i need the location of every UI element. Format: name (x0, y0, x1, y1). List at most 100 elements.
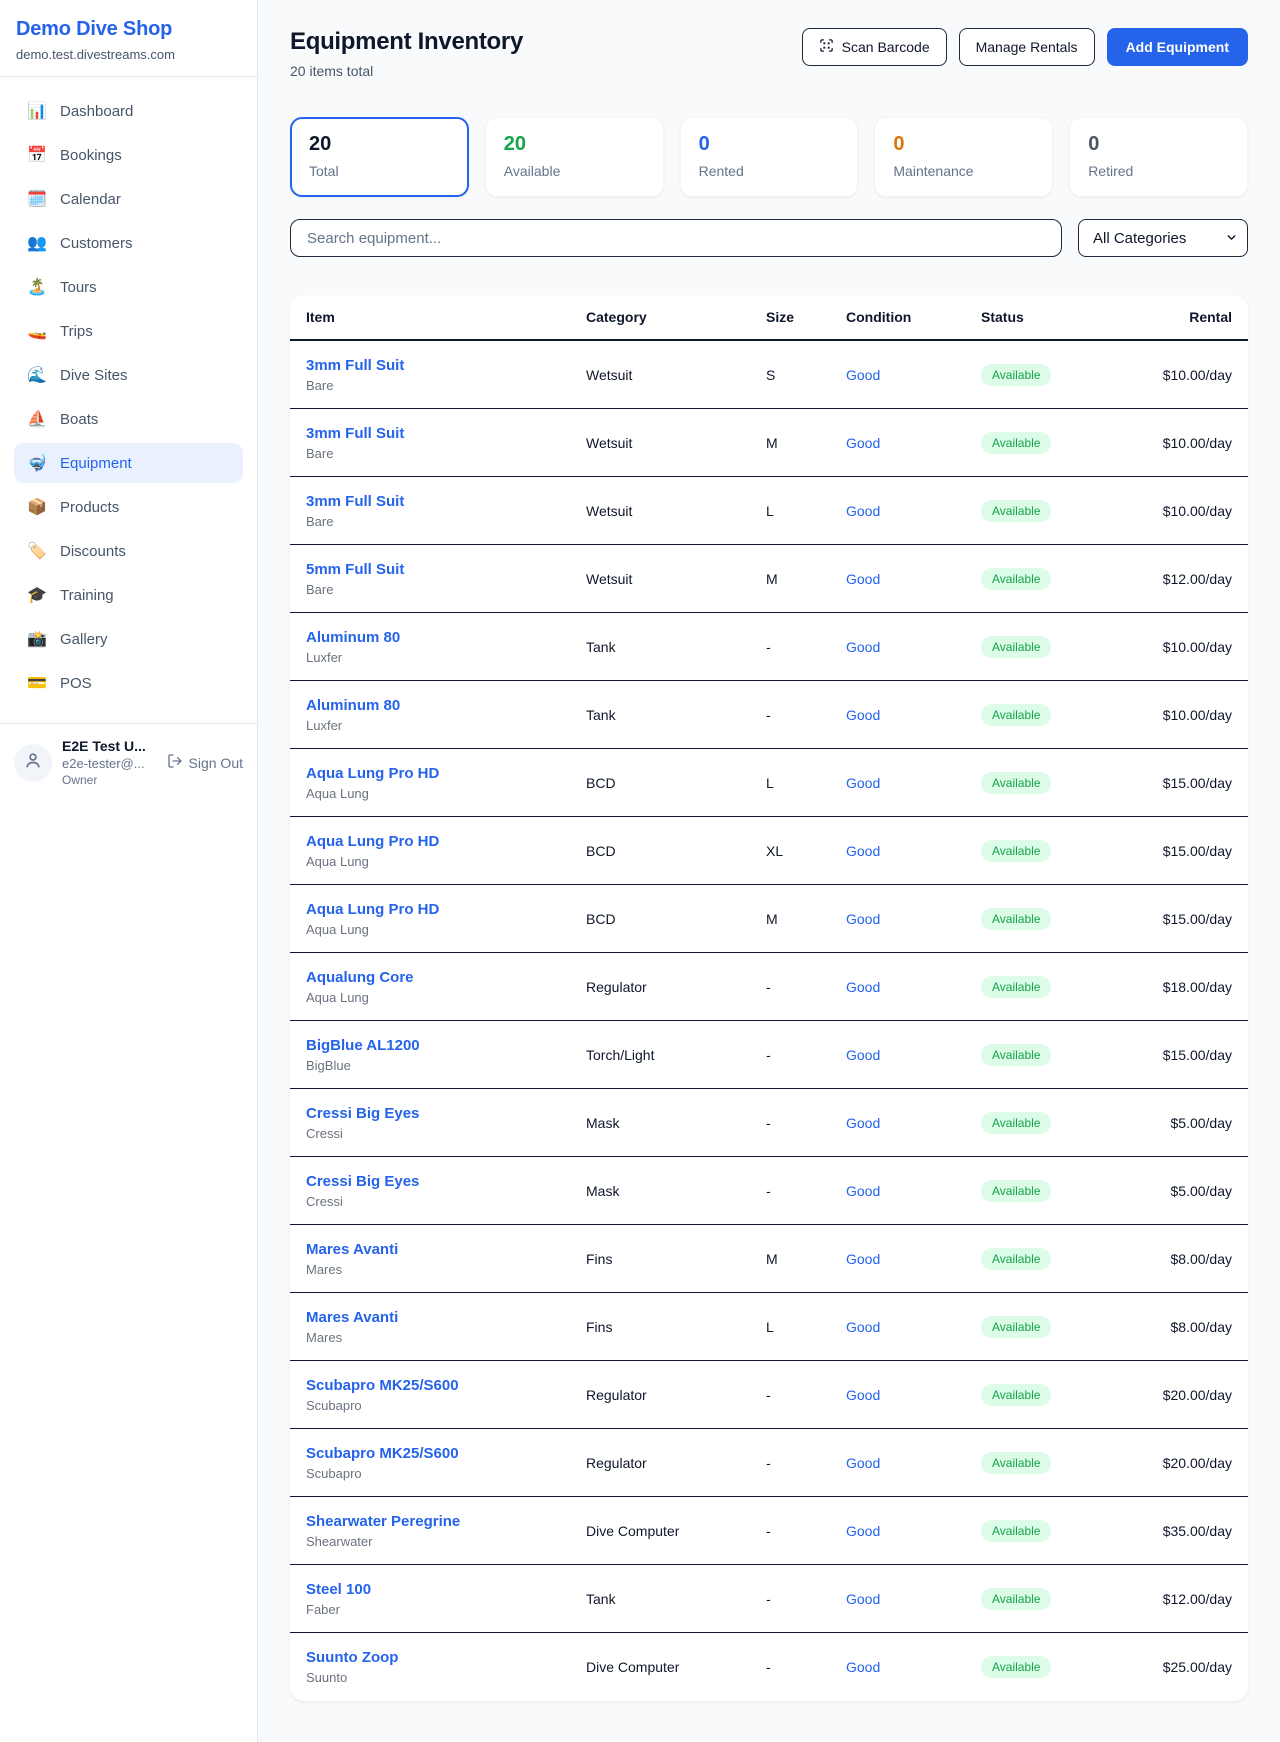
sidebar-item-training[interactable]: 🎓 Training (14, 575, 243, 615)
table-row[interactable]: Scubapro MK25/S600 Scubapro Regulator - … (290, 1429, 1248, 1497)
item-condition-link[interactable]: Good (846, 707, 981, 723)
item-condition-link[interactable]: Good (846, 1387, 981, 1403)
table-row[interactable]: Aqua Lung Pro HD Aqua Lung BCD XL Good A… (290, 817, 1248, 885)
item-name-link[interactable]: Suunto Zoop (306, 1649, 586, 1666)
page-title: Equipment Inventory (290, 28, 523, 56)
item-name-link[interactable]: Aluminum 80 (306, 697, 586, 714)
item-brand: Luxfer (306, 718, 586, 733)
sign-out-button[interactable]: Sign Out (167, 753, 243, 772)
table-row[interactable]: Cressi Big Eyes Cressi Mask - Good Avail… (290, 1157, 1248, 1225)
item-size: - (766, 1047, 846, 1063)
item-name-link[interactable]: Mares Avanti (306, 1241, 586, 1258)
item-condition-link[interactable]: Good (846, 435, 981, 451)
item-rental-rate: $5.00/day (1141, 1183, 1232, 1199)
table-row[interactable]: 5mm Full Suit Bare Wetsuit M Good Availa… (290, 545, 1248, 613)
add-equipment-button[interactable]: Add Equipment (1107, 28, 1248, 66)
item-condition-link[interactable]: Good (846, 1455, 981, 1471)
item-name-link[interactable]: Aqua Lung Pro HD (306, 765, 586, 782)
item-condition-link[interactable]: Good (846, 843, 981, 859)
item-condition-link[interactable]: Good (846, 1047, 981, 1063)
stat-label: Maintenance (893, 163, 1034, 179)
search-input[interactable] (290, 219, 1062, 257)
item-condition-link[interactable]: Good (846, 911, 981, 927)
table-row[interactable]: Scubapro MK25/S600 Scubapro Regulator - … (290, 1361, 1248, 1429)
sidebar-item-discounts[interactable]: 🏷️ Discounts (14, 531, 243, 571)
sidebar-item-gallery[interactable]: 📸 Gallery (14, 619, 243, 659)
sidebar-item-label: Bookings (60, 147, 122, 164)
item-name-link[interactable]: 3mm Full Suit (306, 493, 586, 510)
table-row[interactable]: BigBlue AL1200 BigBlue Torch/Light - Goo… (290, 1021, 1248, 1089)
sidebar-item-products[interactable]: 📦 Products (14, 487, 243, 527)
item-condition-link[interactable]: Good (846, 1251, 981, 1267)
table-row[interactable]: Steel 100 Faber Tank - Good Available $1… (290, 1565, 1248, 1633)
item-name-link[interactable]: Cressi Big Eyes (306, 1105, 586, 1122)
table-row[interactable]: 3mm Full Suit Bare Wetsuit M Good Availa… (290, 409, 1248, 477)
item-name-link[interactable]: Scubapro MK25/S600 (306, 1445, 586, 1462)
table-row[interactable]: Mares Avanti Mares Fins L Good Available… (290, 1293, 1248, 1361)
stat-card-maintenance[interactable]: 0 Maintenance (874, 117, 1053, 197)
item-name-link[interactable]: 3mm Full Suit (306, 357, 586, 374)
brand-name[interactable]: Demo Dive Shop (16, 18, 241, 41)
item-rental-rate: $15.00/day (1141, 843, 1232, 859)
table-row[interactable]: Cressi Big Eyes Cressi Mask - Good Avail… (290, 1089, 1248, 1157)
item-condition-link[interactable]: Good (846, 1319, 981, 1335)
stat-card-available[interactable]: 20 Available (485, 117, 664, 197)
sidebar-item-dive-sites[interactable]: 🌊 Dive Sites (14, 355, 243, 395)
stat-card-total[interactable]: 20 Total (290, 117, 469, 197)
sidebar-item-bookings[interactable]: 📅 Bookings (14, 135, 243, 175)
item-condition-link[interactable]: Good (846, 1659, 981, 1675)
item-name-link[interactable]: Cressi Big Eyes (306, 1173, 586, 1190)
item-name-link[interactable]: Aluminum 80 (306, 629, 586, 646)
sidebar-item-calendar[interactable]: 🗓️ Calendar (14, 179, 243, 219)
item-condition-link[interactable]: Good (846, 775, 981, 791)
table-row[interactable]: Aluminum 80 Luxfer Tank - Good Available… (290, 681, 1248, 749)
item-condition-link[interactable]: Good (846, 367, 981, 383)
table-row[interactable]: Aqualung Core Aqua Lung Regulator - Good… (290, 953, 1248, 1021)
table-row[interactable]: Shearwater Peregrine Shearwater Dive Com… (290, 1497, 1248, 1565)
item-name-link[interactable]: Steel 100 (306, 1581, 586, 1598)
item-brand: Bare (306, 514, 586, 529)
category-select[interactable]: All Categories (1078, 219, 1248, 257)
manage-rentals-button[interactable]: Manage Rentals (959, 28, 1095, 66)
stat-card-retired[interactable]: 0 Retired (1069, 117, 1248, 197)
item-condition-link[interactable]: Good (846, 1591, 981, 1607)
item-condition-link[interactable]: Good (846, 1183, 981, 1199)
item-name-link[interactable]: BigBlue AL1200 (306, 1037, 586, 1054)
table-row[interactable]: Aqua Lung Pro HD Aqua Lung BCD L Good Av… (290, 749, 1248, 817)
table-row[interactable]: Aqua Lung Pro HD Aqua Lung BCD M Good Av… (290, 885, 1248, 953)
sidebar-item-label: Tours (60, 279, 97, 296)
boats-icon: ⛵ (27, 409, 47, 429)
item-brand: Aqua Lung (306, 786, 586, 801)
item-name-link[interactable]: 5mm Full Suit (306, 561, 586, 578)
sidebar-item-boats[interactable]: ⛵ Boats (14, 399, 243, 439)
column-header-category: Category (586, 309, 766, 325)
sidebar-item-dashboard[interactable]: 📊 Dashboard (14, 91, 243, 131)
item-name-link[interactable]: Aqua Lung Pro HD (306, 833, 586, 850)
table-row[interactable]: Suunto Zoop Suunto Dive Computer - Good … (290, 1633, 1248, 1701)
sidebar-item-customers[interactable]: 👥 Customers (14, 223, 243, 263)
table-row[interactable]: Aluminum 80 Luxfer Tank - Good Available… (290, 613, 1248, 681)
item-condition-link[interactable]: Good (846, 639, 981, 655)
sidebar-item-pos[interactable]: 💳 POS (14, 663, 243, 703)
table-row[interactable]: Mares Avanti Mares Fins M Good Available… (290, 1225, 1248, 1293)
table-row[interactable]: 3mm Full Suit Bare Wetsuit S Good Availa… (290, 341, 1248, 409)
item-category: Mask (586, 1115, 766, 1131)
item-name-link[interactable]: Aqualung Core (306, 969, 586, 986)
item-condition-link[interactable]: Good (846, 503, 981, 519)
sidebar-item-tours[interactable]: 🏝️ Tours (14, 267, 243, 307)
item-condition-link[interactable]: Good (846, 1523, 981, 1539)
item-condition-link[interactable]: Good (846, 1115, 981, 1131)
stat-card-rented[interactable]: 0 Rented (680, 117, 859, 197)
item-name-link[interactable]: Scubapro MK25/S600 (306, 1377, 586, 1394)
sidebar-item-equipment[interactable]: 🤿 Equipment (14, 443, 243, 483)
item-name-link[interactable]: Aqua Lung Pro HD (306, 901, 586, 918)
sidebar-item-trips[interactable]: 🚤 Trips (14, 311, 243, 351)
item-condition-link[interactable]: Good (846, 571, 981, 587)
item-condition-link[interactable]: Good (846, 979, 981, 995)
item-name-link[interactable]: 3mm Full Suit (306, 425, 586, 442)
status-cell: Available (981, 500, 1141, 522)
scan-barcode-button[interactable]: Scan Barcode (802, 28, 947, 66)
item-name-link[interactable]: Mares Avanti (306, 1309, 586, 1326)
table-row[interactable]: 3mm Full Suit Bare Wetsuit L Good Availa… (290, 477, 1248, 545)
item-name-link[interactable]: Shearwater Peregrine (306, 1513, 586, 1530)
